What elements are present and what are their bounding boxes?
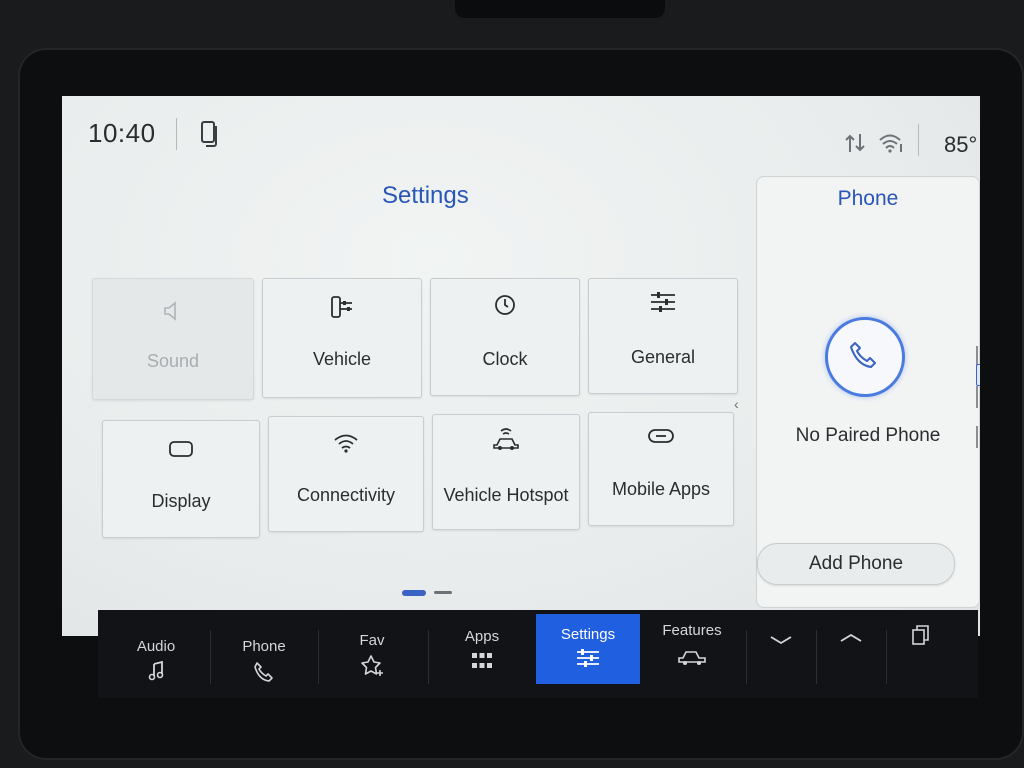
data-transfer-icon [845, 134, 865, 152]
general-tile[interactable]: General [588, 278, 738, 394]
sound-tile[interactable]: Sound [92, 278, 254, 400]
nav-divider [318, 630, 319, 684]
phone-icon [254, 662, 273, 682]
nav-label: Audio [136, 638, 176, 655]
speaker-icon [164, 301, 176, 321]
nav-fav[interactable]: Fav [320, 618, 424, 690]
tile-label: Clock [482, 349, 528, 369]
nav-divider [886, 630, 887, 684]
bezel-top-notch [455, 0, 665, 18]
phone-panel-title: Phone [837, 187, 899, 210]
nav-label: Apps [464, 628, 500, 645]
call-button[interactable] [825, 317, 905, 397]
status-bar: 10:40 85° [62, 96, 980, 166]
nav-label: Settings [560, 626, 616, 643]
music-note-icon [148, 660, 164, 681]
infotainment-screen: 10:40 85° Settings Sound Vehicle Clock G… [62, 96, 980, 636]
bottom-nav-bar: Audio Phone Fav Apps Settings Features [98, 610, 978, 698]
sliders-icon [577, 649, 599, 667]
nav-label: Features [662, 622, 722, 639]
scroll-track [976, 346, 979, 456]
nav-divider [428, 630, 429, 684]
nav-audio[interactable]: Audio [104, 618, 208, 690]
status-divider [176, 118, 177, 150]
connectivity-tile[interactable]: Connectivity [268, 416, 424, 532]
scroll-thumb[interactable] [976, 364, 980, 386]
panel-collapse-icon[interactable]: ‹ [734, 396, 739, 412]
phone-projection-icon [201, 121, 217, 147]
nav-scroll-down[interactable] [748, 618, 814, 690]
nav-divider [210, 630, 211, 684]
truck-icon [678, 651, 706, 665]
status-divider [918, 124, 919, 156]
nav-divider [746, 630, 747, 684]
clock-time: 10:40 [88, 118, 156, 148]
hotspot-icon [493, 428, 519, 450]
nav-label: Fav [359, 632, 385, 649]
settings-title: Settings [382, 182, 469, 209]
display-tile[interactable]: Display [102, 420, 260, 538]
tile-label: General [630, 347, 696, 367]
vehicle-settings-icon [331, 296, 352, 318]
phone-icon [850, 342, 876, 368]
clock-tile[interactable]: Clock [430, 278, 580, 396]
nav-apps[interactable]: Apps [430, 618, 534, 690]
display-icon [169, 441, 193, 457]
nav-scroll-up[interactable] [818, 618, 884, 690]
tile-label: Mobile Apps [611, 479, 711, 499]
nav-copy[interactable] [888, 618, 954, 690]
nav-divider [816, 630, 817, 684]
tile-label: Display [151, 491, 211, 511]
tile-label: Vehicle [312, 349, 372, 369]
page-dot-active [402, 590, 426, 596]
outside-temperature: 85° [944, 132, 978, 157]
phone-panel: Phone No Paired Phone Add Phone [756, 176, 980, 608]
nav-label: Phone [242, 638, 286, 655]
page-dot[interactable] [434, 591, 452, 594]
nav-phone[interactable]: Phone [212, 618, 316, 690]
phone-status-text: No Paired Phone [795, 425, 941, 446]
wifi-icon [879, 134, 902, 153]
sliders-icon [651, 292, 675, 312]
vehicle-hotspot-tile[interactable]: Vehicle Hotspot [432, 414, 580, 530]
nav-settings[interactable]: Settings [536, 614, 640, 684]
chevron-down-icon [770, 636, 792, 645]
add-phone-button[interactable]: Add Phone [757, 543, 955, 585]
grid-icon [472, 653, 492, 668]
clock-icon [495, 295, 515, 315]
mobile-apps-tile[interactable]: Mobile Apps [588, 412, 734, 526]
copy-icon [912, 625, 929, 645]
tile-label: Connectivity [296, 485, 396, 505]
chevron-up-icon [840, 633, 862, 642]
tile-label: Sound [146, 351, 200, 371]
link-icon [648, 429, 674, 443]
vehicle-tile[interactable]: Vehicle [262, 278, 422, 398]
wifi-icon [334, 434, 358, 453]
tile-label: Vehicle Hotspot [443, 485, 569, 505]
star-icon [361, 655, 383, 676]
nav-features[interactable]: Features [640, 618, 744, 690]
